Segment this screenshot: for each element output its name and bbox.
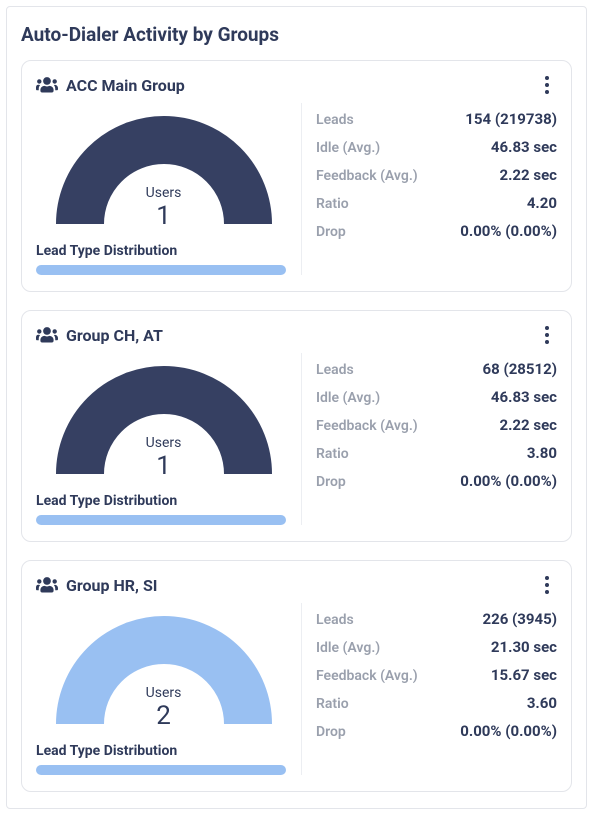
stat-row-leads: Leads 68 (28512) [316, 355, 557, 383]
stat-label: Drop [316, 724, 346, 740]
stat-row-ratio: Ratio 3.80 [316, 439, 557, 467]
group-card: ACC Main Group Users 1 Lead Type Distrib… [21, 60, 572, 292]
stat-value: 46.83 sec [491, 388, 557, 406]
group-name: Group CH, AT [66, 326, 537, 345]
stats-section: Leads 154 (219738) Idle (Avg.) 46.83 sec… [301, 103, 557, 275]
stat-row-feedback: Feedback (Avg.) 2.22 sec [316, 161, 557, 189]
distribution-title: Lead Type Distribution [36, 493, 291, 509]
distribution-title: Lead Type Distribution [36, 743, 291, 759]
card-header: ACC Main Group [36, 75, 557, 95]
stats-section: Leads 68 (28512) Idle (Avg.) 46.83 sec F… [301, 353, 557, 525]
stat-label: Drop [316, 474, 346, 490]
stat-row-idle: Idle (Avg.) 46.83 sec [316, 133, 557, 161]
group-name: ACC Main Group [66, 76, 537, 95]
panel-title: Auto-Dialer Activity by Groups [21, 23, 572, 46]
stat-value: 226 (3945) [483, 610, 557, 628]
stat-row-drop: Drop 0.00% (0.00%) [316, 467, 557, 495]
stat-row-leads: Leads 226 (3945) [316, 605, 557, 633]
card-menu-button[interactable] [537, 575, 557, 595]
stat-row-leads: Leads 154 (219738) [316, 105, 557, 133]
group-card: Group CH, AT Users 1 Lead Type Distribut… [21, 310, 572, 542]
stat-row-ratio: Ratio 3.60 [316, 689, 557, 717]
stat-label: Ratio [316, 696, 349, 712]
stat-label: Idle (Avg.) [316, 390, 380, 406]
stat-row-idle: Idle (Avg.) 21.30 sec [316, 633, 557, 661]
gauge-section: Users 1 Lead Type Distribution [36, 103, 291, 275]
stat-label: Idle (Avg.) [316, 640, 380, 656]
gauge-count: 1 [49, 201, 279, 231]
card-menu-button[interactable] [537, 325, 557, 345]
stat-row-drop: Drop 0.00% (0.00%) [316, 717, 557, 745]
gauge-label: Users [49, 435, 279, 451]
distribution-bar [36, 765, 286, 775]
card-header: Group CH, AT [36, 325, 557, 345]
stat-value: 46.83 sec [491, 138, 557, 156]
stat-value: 4.20 [527, 194, 557, 212]
gauge-section: Users 1 Lead Type Distribution [36, 353, 291, 525]
distribution-title: Lead Type Distribution [36, 243, 291, 259]
stat-row-feedback: Feedback (Avg.) 2.22 sec [316, 411, 557, 439]
stat-value: 2.22 sec [499, 416, 557, 434]
stat-label: Feedback (Avg.) [316, 668, 418, 684]
stat-value: 0.00% (0.00%) [460, 222, 557, 240]
activity-panel: Auto-Dialer Activity by Groups ACC Main … [6, 6, 587, 809]
stat-row-ratio: Ratio 4.20 [316, 189, 557, 217]
card-header: Group HR, SI [36, 575, 557, 595]
gauge-label: Users [49, 685, 279, 701]
gauge-count: 1 [49, 451, 279, 481]
distribution-bar [36, 515, 286, 525]
group-card: Group HR, SI Users 2 Lead Type Distribut… [21, 560, 572, 792]
gauge-section: Users 2 Lead Type Distribution [36, 603, 291, 775]
stat-value: 3.60 [527, 694, 557, 712]
stat-label: Drop [316, 224, 346, 240]
group-name: Group HR, SI [66, 576, 537, 595]
users-icon [36, 576, 58, 594]
card-menu-button[interactable] [537, 75, 557, 95]
stat-label: Leads [316, 112, 354, 128]
gauge-label: Users [49, 185, 279, 201]
stat-value: 3.80 [527, 444, 557, 462]
users-gauge: Users 2 [49, 609, 279, 729]
stat-value: 21.30 sec [491, 638, 557, 656]
stats-section: Leads 226 (3945) Idle (Avg.) 21.30 sec F… [301, 603, 557, 775]
stat-label: Ratio [316, 196, 349, 212]
stat-label: Feedback (Avg.) [316, 418, 418, 434]
stat-value: 68 (28512) [483, 360, 557, 378]
distribution-bar [36, 265, 286, 275]
gauge-count: 2 [49, 701, 279, 731]
stat-row-idle: Idle (Avg.) 46.83 sec [316, 383, 557, 411]
stat-value: 154 (219738) [465, 110, 557, 128]
users-icon [36, 326, 58, 344]
users-icon [36, 76, 58, 94]
stat-row-drop: Drop 0.00% (0.00%) [316, 217, 557, 245]
stat-label: Idle (Avg.) [316, 140, 380, 156]
stat-value: 0.00% (0.00%) [460, 722, 557, 740]
stat-value: 15.67 sec [491, 666, 557, 684]
stat-row-feedback: Feedback (Avg.) 15.67 sec [316, 661, 557, 689]
stat-value: 0.00% (0.00%) [460, 472, 557, 490]
stat-label: Feedback (Avg.) [316, 168, 418, 184]
users-gauge: Users 1 [49, 109, 279, 229]
stat-value: 2.22 sec [499, 166, 557, 184]
stat-label: Leads [316, 362, 354, 378]
users-gauge: Users 1 [49, 359, 279, 479]
stat-label: Ratio [316, 446, 349, 462]
stat-label: Leads [316, 612, 354, 628]
